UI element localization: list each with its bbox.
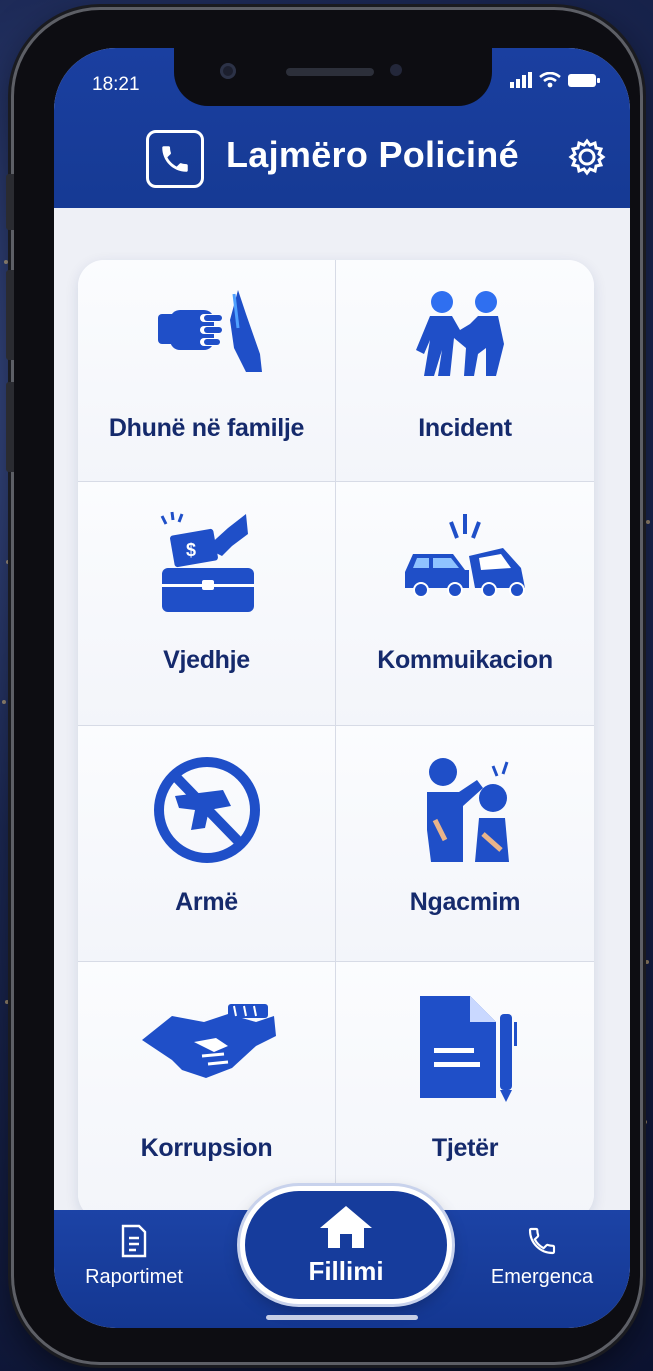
category-traffic[interactable]: Kommuikacion <box>336 482 594 726</box>
category-label: Incident <box>418 414 512 442</box>
category-weapon[interactable]: Armë <box>78 726 336 962</box>
app-title: Lajmëro Policiné <box>226 134 519 175</box>
wifi-icon <box>539 72 561 88</box>
status-icons <box>510 72 600 88</box>
earpiece-speaker <box>286 68 374 76</box>
front-camera <box>220 63 236 79</box>
category-label: Vjedhje <box>163 646 250 674</box>
category-domestic-violence[interactable]: Dhunë në familje <box>78 260 336 482</box>
phone-icon <box>528 1227 556 1255</box>
signal-icon <box>510 72 532 88</box>
category-corruption[interactable]: Korrupsion <box>78 962 336 1220</box>
document-icon <box>420 996 517 1102</box>
nav-emergency[interactable]: Emergenca <box>462 1224 622 1289</box>
report-icon <box>121 1224 147 1258</box>
incident-icon <box>416 291 504 376</box>
notch <box>174 48 492 106</box>
nav-reports[interactable]: Raportimet <box>54 1224 214 1289</box>
screen: 18:21 Lajmëro Policiné Dhunë në familje … <box>54 48 630 1328</box>
nav-home-label: Fillimi <box>308 1255 384 1286</box>
car-crash-icon <box>405 514 525 598</box>
gear-icon[interactable] <box>566 136 608 178</box>
title-area: Lajmëro Policiné <box>54 124 630 194</box>
category-harassment[interactable]: Ngacmim <box>336 726 594 962</box>
category-theft[interactable]: $ Vjedhje <box>78 482 336 726</box>
nav-reports-label: Raportimet <box>85 1266 183 1288</box>
proximity-sensor <box>390 64 402 76</box>
status-time: 18:21 <box>92 74 140 95</box>
harassment-icon <box>427 758 509 862</box>
svg-text:$: $ <box>186 540 196 560</box>
category-label: Tjetër <box>431 1134 499 1162</box>
header-bar: 18:21 Lajmëro Policiné <box>54 48 630 208</box>
category-incident[interactable]: Incident <box>336 260 594 482</box>
home-indicator <box>266 1315 418 1320</box>
volume-up-button <box>6 270 14 360</box>
category-label: Korrupsion <box>140 1134 273 1162</box>
theft-icon: $ <box>160 511 254 612</box>
bribe-handshake-icon <box>141 1004 276 1078</box>
category-other[interactable]: Tjetër <box>336 962 594 1220</box>
bottom-navigation: Raportimet Fillimi Emergenca <box>54 1186 630 1328</box>
nav-emergency-label: Emergenca <box>490 1266 594 1288</box>
category-label: Ngacmim <box>409 888 521 916</box>
category-label: Kommuikacion <box>377 646 553 674</box>
nav-home[interactable]: Fillimi <box>240 1186 452 1304</box>
category-label: Armë <box>175 888 238 916</box>
battery-icon <box>568 73 600 87</box>
phone-frame: 18:21 Lajmëro Policiné Dhunë në familje … <box>6 10 640 1362</box>
category-grid: Dhunë në familje Incident $ Vjedhje Komm… <box>78 260 594 1220</box>
category-grid-area: Dhunë në familje Incident $ Vjedhje Komm… <box>78 260 594 1220</box>
home-icon <box>320 1205 372 1248</box>
volume-down-button <box>6 382 14 472</box>
side-button <box>6 174 14 230</box>
domestic-violence-icon <box>157 290 262 372</box>
category-label: Dhunë në familje <box>108 414 305 442</box>
phone-icon <box>146 130 204 188</box>
no-weapon-icon <box>153 757 260 863</box>
